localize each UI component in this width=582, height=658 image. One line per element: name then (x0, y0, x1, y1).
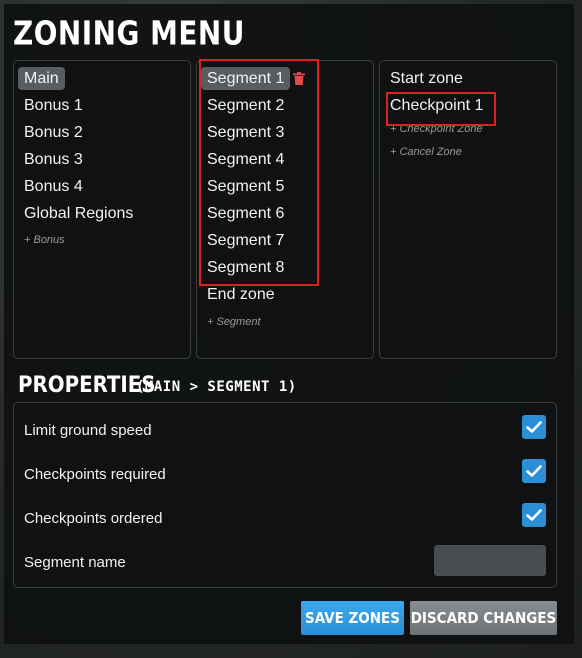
zone-list: Start zone Checkpoint 1 + Checkpoint Zon… (379, 60, 557, 359)
track-item-bonus-1[interactable]: Bonus 1 (18, 94, 89, 117)
segment-item-5[interactable]: Segment 5 (201, 175, 290, 198)
end-zone-item[interactable]: End zone (201, 283, 281, 306)
track-item-main[interactable]: Main (18, 67, 65, 90)
add-cancel-zone-link[interactable]: + Cancel Zone (390, 146, 462, 158)
track-item-bonus-4[interactable]: Bonus 4 (18, 175, 89, 198)
properties-breadcrumb: (MAIN > SEGMENT 1) (136, 379, 297, 395)
segment-item-7[interactable]: Segment 7 (201, 229, 290, 252)
segment-list: Segment 1 Segment 2 Segment 3 Segment 4 … (196, 60, 374, 359)
segment-item-6[interactable]: Segment 6 (201, 202, 290, 225)
track-item-bonus-2[interactable]: Bonus 2 (18, 121, 89, 144)
segment-item-8[interactable]: Segment 8 (201, 256, 290, 279)
check-icon (526, 465, 542, 477)
segment-item-4[interactable]: Segment 4 (201, 148, 290, 171)
checkpoints-required-checkbox[interactable] (522, 459, 546, 483)
segment-name-label: Segment name (24, 554, 126, 571)
track-item-global-regions[interactable]: Global Regions (18, 202, 139, 225)
segment-item-2[interactable]: Segment 2 (201, 94, 290, 117)
discard-changes-button[interactable]: DISCARD CHANGES (410, 601, 557, 635)
segment-item-1[interactable]: Segment 1 (201, 67, 291, 90)
checkpoints-required-label: Checkpoints required (24, 466, 166, 483)
add-checkpoint-zone-link[interactable]: + Checkpoint Zone (390, 123, 483, 135)
segment-name-input[interactable] (434, 545, 546, 576)
limit-ground-speed-checkbox[interactable] (522, 415, 546, 439)
properties-panel: Limit ground speed Checkpoints required … (13, 402, 557, 588)
checkpoints-ordered-checkbox[interactable] (522, 503, 546, 527)
check-icon (526, 421, 542, 433)
properties-title: PROPERTIES (18, 373, 156, 398)
trash-icon[interactable] (293, 72, 307, 87)
menu-title: ZONING MENU (13, 15, 245, 53)
add-bonus-link[interactable]: + Bonus (24, 234, 65, 246)
check-icon (526, 509, 542, 521)
track-item-bonus-3[interactable]: Bonus 3 (18, 148, 89, 171)
start-zone-item[interactable]: Start zone (384, 67, 469, 90)
checkpoints-ordered-label: Checkpoints ordered (24, 510, 163, 527)
segment-item-3[interactable]: Segment 3 (201, 121, 290, 144)
track-list: Main Bonus 1 Bonus 2 Bonus 3 Bonus 4 Glo… (13, 60, 191, 359)
save-zones-button[interactable]: SAVE ZONES (301, 601, 404, 635)
limit-ground-speed-label: Limit ground speed (24, 422, 152, 439)
checkpoint-1-item[interactable]: Checkpoint 1 (384, 94, 489, 117)
add-segment-link[interactable]: + Segment (207, 316, 261, 328)
